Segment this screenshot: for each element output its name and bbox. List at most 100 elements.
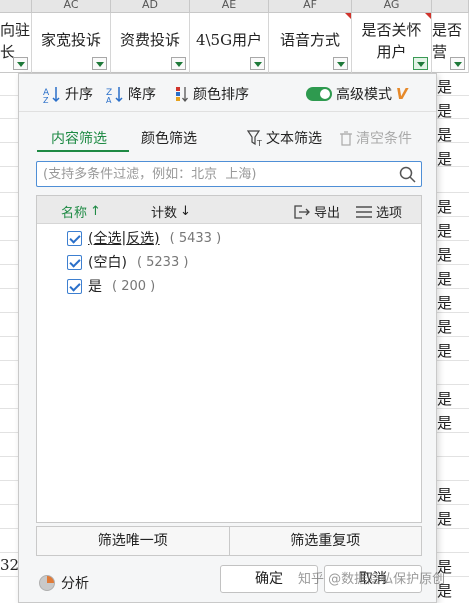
color-sort-button[interactable]: 颜色排序 (175, 84, 249, 104)
item-count: ( 5433 ) (169, 230, 222, 246)
column-letter[interactable] (0, 0, 32, 13)
column-letter[interactable] (432, 0, 469, 13)
checkbox-checked[interactable] (67, 278, 82, 294)
cell-value[interactable]: 是 (437, 292, 452, 313)
watermark: 知乎 @数据隐私保护原创 (298, 572, 446, 587)
cell-value[interactable]: 是 (437, 316, 452, 337)
cell-value[interactable]: 是 (437, 508, 452, 529)
svg-text:T: T (256, 139, 262, 147)
search-input[interactable] (43, 164, 393, 184)
analyze-button[interactable]: 分析 (39, 573, 89, 593)
column-letter[interactable]: AF (269, 0, 352, 13)
funnel-icon: T (247, 130, 262, 147)
comment-marker (345, 13, 351, 19)
color-sort-label: 颜色排序 (193, 87, 249, 103)
column-letter[interactable]: AD (111, 0, 190, 13)
list-item[interactable]: (空白) ( 5233 ) (67, 252, 188, 272)
cell-value[interactable]: 是 (437, 340, 452, 361)
svg-text:A: A (106, 96, 112, 103)
header-text: 4\5G用户 (195, 31, 263, 49)
col-count-label: 计数 (151, 206, 178, 221)
filter-dropdown-button[interactable] (450, 57, 465, 70)
export-button[interactable]: 导出 (293, 202, 340, 221)
item-label: 是 (88, 279, 102, 295)
list-item[interactable]: 是 ( 200 ) (67, 276, 155, 296)
sort-asc-button[interactable]: A Z 升序 (43, 84, 93, 104)
sort-by-count-button[interactable]: 计数 ↓ (151, 202, 191, 221)
export-icon (294, 204, 310, 219)
cell-value[interactable]: 是 (437, 484, 452, 505)
header-text: 语音方式 (279, 31, 340, 49)
color-sort-icon (176, 87, 188, 103)
invert-selection-link[interactable]: 反选) (126, 228, 159, 248)
header-cell[interactable]: 4\5G用户 (190, 13, 269, 73)
search-box[interactable] (36, 161, 422, 187)
list-header: 名称 ↑ 计数 ↓ 导出 选项 (37, 196, 421, 224)
value-list: 名称 ↑ 计数 ↓ 导出 选项 (全选 | 反选) (5433) (空白) … (36, 195, 422, 523)
column-letter[interactable]: AC (32, 0, 111, 13)
filter-dropdown-button[interactable] (13, 57, 28, 70)
tab-color-filter[interactable]: 颜色筛选 (141, 128, 197, 148)
cell-value[interactable]: 是 (437, 124, 452, 145)
arrow-up-icon: ↑ (90, 204, 101, 219)
checkbox-checked[interactable] (67, 254, 82, 270)
item-label: (空白) (88, 255, 127, 271)
filter-duplicate-button[interactable]: 筛选重复项 (230, 527, 422, 555)
clear-conditions-button[interactable]: 清空条件 (339, 128, 412, 148)
search-icon[interactable] (399, 166, 416, 183)
filter-panel: A Z 升序 Z A 降序 颜色排序 高级模式 V 内容筛选 颜色筛选 T 文本… (18, 73, 437, 603)
filter-dropdown-button[interactable] (333, 57, 348, 70)
column-letter[interactable]: AE (190, 0, 269, 13)
text-filter-label: 文本筛选 (266, 131, 322, 147)
cell-value[interactable]: 是 (437, 388, 452, 409)
toggle-switch-icon[interactable] (306, 87, 332, 101)
header-cell[interactable]: 是否 营 (432, 13, 469, 73)
options-label: 选项 (376, 206, 403, 221)
cell-value[interactable]: 是 (437, 76, 452, 97)
item-count: ( 5233 ) (136, 254, 189, 270)
sort-desc-button[interactable]: Z A 降序 (106, 84, 156, 104)
cell-value[interactable]: 是 (437, 220, 452, 241)
svg-text:Z: Z (43, 96, 49, 103)
pie-chart-icon (39, 575, 55, 591)
cell-value[interactable]: 是 (437, 244, 452, 265)
tab-content-filter[interactable]: 内容筛选 (51, 128, 107, 148)
header-cell[interactable]: 是否关怀 用户 (352, 13, 432, 73)
filter-dropdown-button-active[interactable] (413, 57, 428, 70)
header-cell[interactable]: 资费投诉 (111, 13, 190, 73)
clear-conditions-label: 清空条件 (356, 131, 412, 147)
filter-action-row: 筛选唯一项 筛选重复项 (36, 526, 422, 556)
filter-dropdown-button[interactable] (171, 57, 186, 70)
cell-value[interactable]: 是 (437, 148, 452, 169)
cell-value[interactable]: 是 (437, 100, 452, 121)
sort-by-name-button[interactable]: 名称 ↑ (61, 202, 101, 221)
list-item-select-all[interactable]: (全选 | 反选) ( 5433 ) (67, 228, 221, 248)
sort-desc-icon: Z A (106, 87, 123, 103)
col-name-label: 名称 (61, 206, 88, 221)
header-row: 向驻 长 家宽投诉 资费投诉 4\5G用户 语音方式 是否关怀 用户 是否 营 (0, 13, 469, 73)
cell-value[interactable]: 是 (437, 196, 452, 217)
header-cell[interactable]: 家宽投诉 (32, 13, 111, 73)
column-letter[interactable]: AG (352, 0, 432, 13)
item-count: ( 200 ) (112, 278, 156, 294)
cell-value[interactable]: 是 (437, 412, 452, 433)
checkbox-checked[interactable] (67, 230, 82, 246)
options-button[interactable]: 选项 (355, 202, 402, 221)
sort-asc-icon: A Z (43, 87, 60, 103)
header-text: 资费投诉 (119, 31, 180, 49)
filter-dropdown-button[interactable] (92, 57, 107, 70)
header-text: 家宽投诉 (40, 31, 101, 49)
header-cell[interactable]: 向驻 长 (0, 13, 32, 73)
cell-value[interactable]: 是 (437, 268, 452, 289)
analyze-label: 分析 (61, 576, 89, 592)
select-all-link[interactable]: (全选 (88, 228, 121, 248)
sort-desc-label: 降序 (128, 87, 156, 103)
filter-unique-button[interactable]: 筛选唯一项 (37, 527, 230, 555)
header-cell[interactable]: 语音方式 (269, 13, 352, 73)
filter-dropdown-button[interactable] (250, 57, 265, 70)
cell-value[interactable]: 32 (0, 556, 19, 574)
advanced-mode-label: 高级模式 (336, 87, 392, 103)
advanced-mode-toggle[interactable]: 高级模式 V (306, 84, 408, 104)
column-letter-row: AC AD AE AF AG (0, 0, 469, 13)
text-filter-button[interactable]: T 文本筛选 (247, 128, 322, 148)
